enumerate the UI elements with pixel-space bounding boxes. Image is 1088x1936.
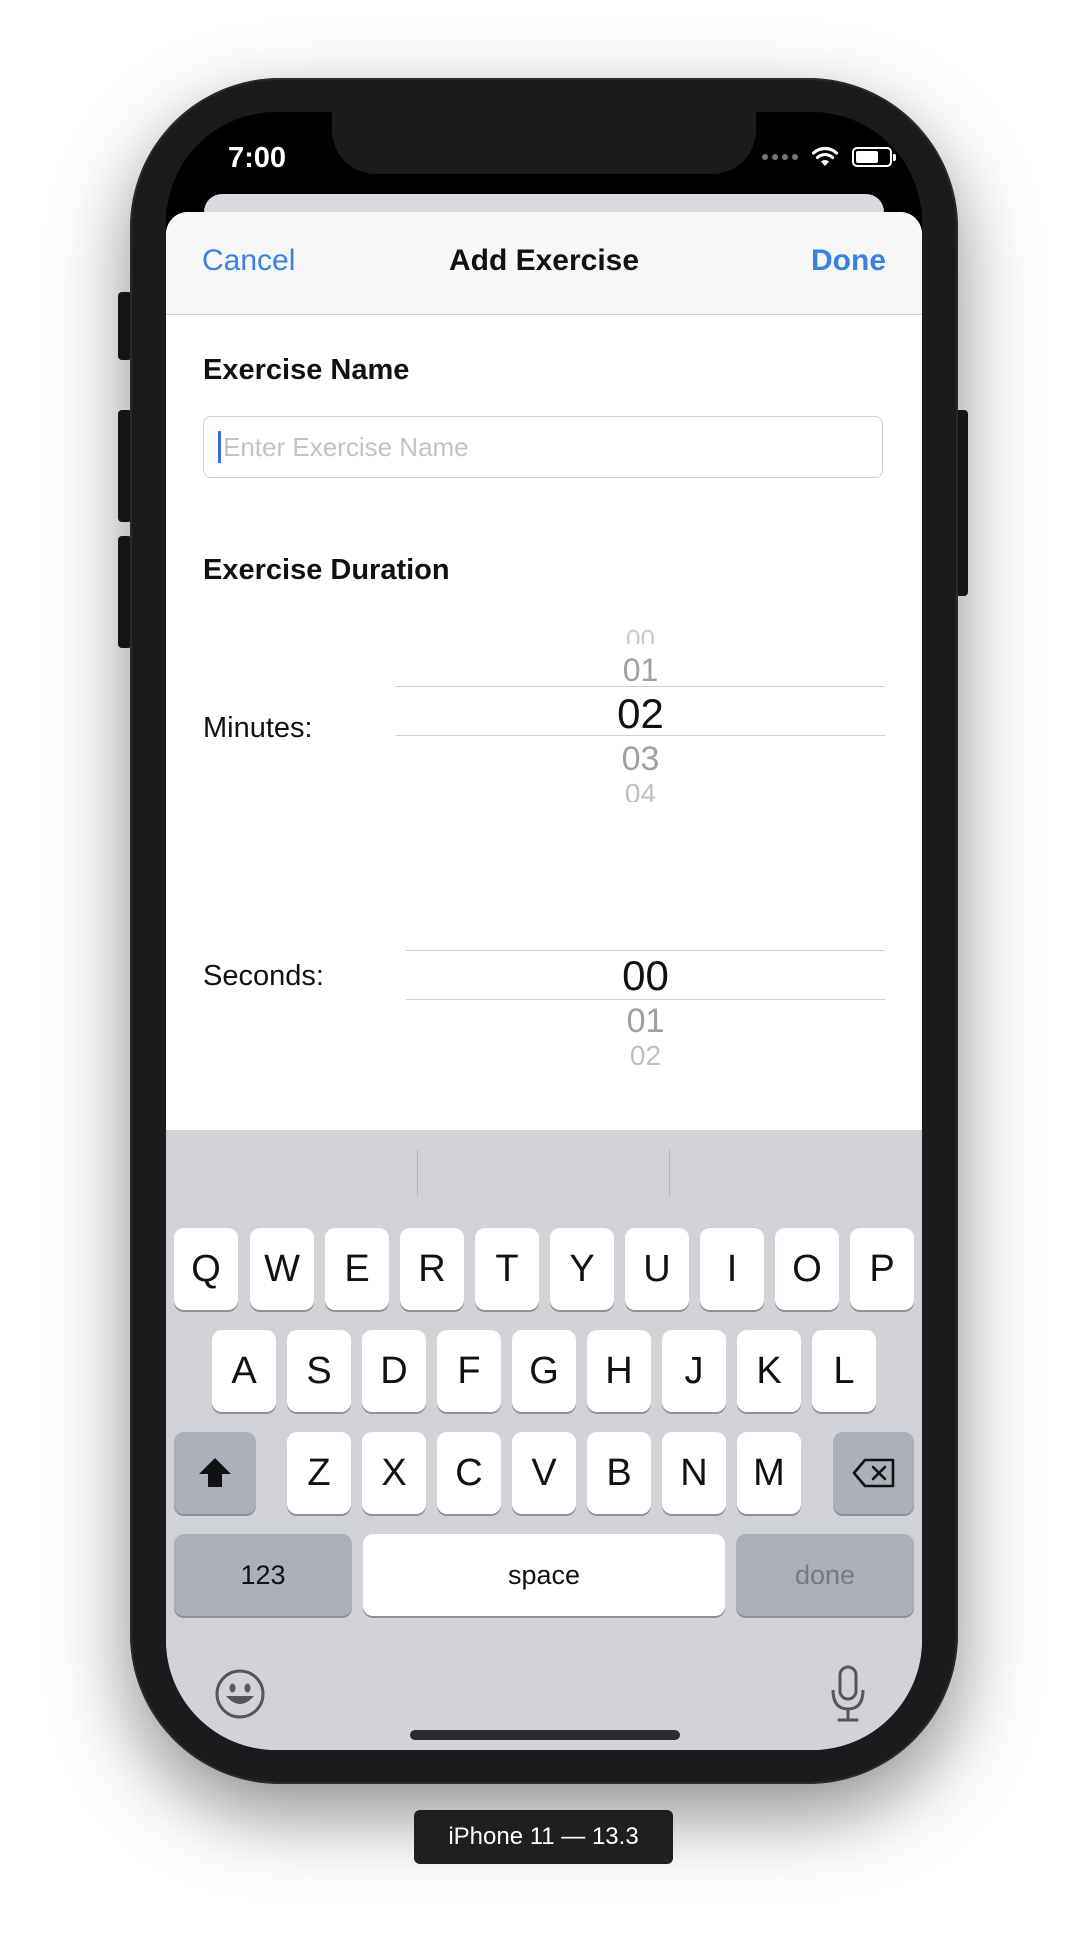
battery-icon [852, 147, 896, 167]
shift-icon [199, 1458, 231, 1487]
key-t[interactable]: T [475, 1228, 539, 1310]
seconds-label: Seconds: [203, 960, 324, 992]
key-v[interactable]: V [512, 1432, 576, 1514]
status-indicators [762, 146, 896, 168]
done-button[interactable]: Done [811, 244, 886, 278]
key-p[interactable]: P [850, 1228, 914, 1310]
key-x[interactable]: X [362, 1432, 426, 1514]
minutes-label: Minutes: [203, 712, 313, 744]
microphone-icon[interactable] [828, 1664, 868, 1724]
signal-icon [762, 154, 798, 160]
prediction-divider [417, 1150, 418, 1196]
exercise-name-placeholder: Enter Exercise Name [223, 431, 469, 462]
status-time: 7:00 [228, 142, 287, 174]
key-k[interactable]: K [737, 1330, 801, 1412]
key-o[interactable]: O [775, 1228, 839, 1310]
picker-option: 01 [626, 1002, 665, 1040]
backspace-key[interactable] [833, 1432, 914, 1514]
key-m[interactable]: M [737, 1432, 801, 1514]
key-w[interactable]: W [250, 1228, 314, 1310]
key-a[interactable]: A [212, 1330, 276, 1412]
exercise-name-label: Exercise Name [203, 354, 410, 386]
key-c[interactable]: C [437, 1432, 501, 1514]
home-indicator[interactable] [410, 1730, 680, 1740]
key-d[interactable]: D [362, 1330, 426, 1412]
key-f[interactable]: F [437, 1330, 501, 1412]
key-i[interactable]: I [700, 1228, 764, 1310]
emoji-icon[interactable] [214, 1668, 266, 1720]
picker-selected-option: 00 [622, 952, 669, 999]
picker-option: 01 [622, 652, 659, 688]
notch [332, 112, 756, 174]
key-l[interactable]: L [812, 1330, 876, 1412]
phone-screen: 7:00 Cancel Add Exercise Done Exercise N… [166, 112, 922, 1750]
key-s[interactable]: S [287, 1330, 351, 1412]
numbers-key[interactable]: 123 [174, 1534, 352, 1616]
wifi-icon [811, 146, 839, 166]
key-q[interactable]: Q [174, 1228, 238, 1310]
key-e[interactable]: E [325, 1228, 389, 1310]
space-key[interactable]: space [363, 1534, 725, 1616]
picker-option: 04 [624, 778, 657, 802]
keyboard-done-key[interactable]: done [736, 1534, 914, 1616]
key-r[interactable]: R [400, 1228, 464, 1310]
key-n[interactable]: N [662, 1432, 726, 1514]
keyboard: Q W E R T Y U I O P A S D F G H J K L Z … [166, 1130, 922, 1750]
key-y[interactable]: Y [550, 1228, 614, 1310]
picker-option: 03 [621, 740, 660, 778]
picker-option: 02 [629, 1040, 662, 1066]
key-z[interactable]: Z [287, 1432, 351, 1514]
picker-option: 00 [626, 624, 655, 644]
device-label: iPhone 11 — 13.3 [414, 1810, 673, 1864]
key-b[interactable]: B [587, 1432, 651, 1514]
picker-selected-option: 02 [617, 690, 664, 737]
key-g[interactable]: G [512, 1330, 576, 1412]
page-title: Add Exercise [448, 244, 640, 277]
prediction-divider [669, 1150, 670, 1196]
key-j[interactable]: J [662, 1330, 726, 1412]
exercise-duration-label: Exercise Duration [203, 554, 450, 586]
shift-key[interactable] [174, 1432, 256, 1514]
exercise-name-input[interactable]: Enter Exercise Name [203, 416, 883, 478]
seconds-picker[interactable]: 00 01 02 [406, 950, 885, 1090]
key-h[interactable]: H [587, 1330, 651, 1412]
key-u[interactable]: U [625, 1228, 689, 1310]
navigation-bar: Cancel Add Exercise Done [166, 212, 922, 315]
backspace-icon [852, 1458, 894, 1488]
minutes-picker[interactable]: 00 01 02 03 04 [396, 622, 885, 812]
text-cursor [218, 431, 221, 463]
